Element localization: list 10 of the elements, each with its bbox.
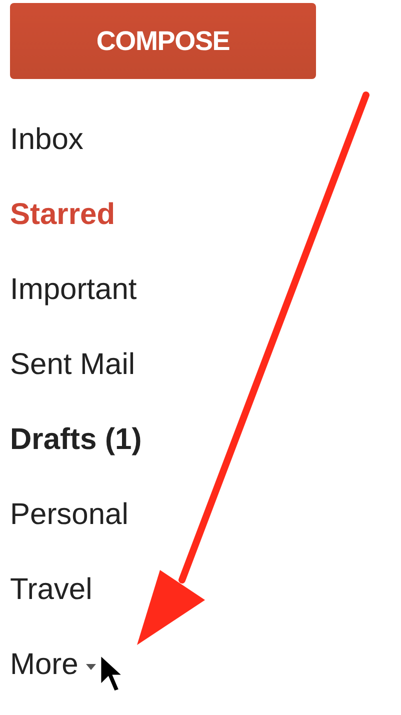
sidebar-item[interactable]: Important [10,274,137,304]
sidebar-item[interactable]: Personal [10,500,128,530]
more-link[interactable]: More [10,650,78,680]
sidebar-item[interactable]: Inbox [10,124,84,154]
caret-icon [86,664,96,670]
sidebar-item[interactable]: Sent Mail [10,350,136,380]
sidebar-item[interactable]: Travel [10,574,92,604]
sidebar-item[interactable]: Starred [10,200,116,230]
compose-button[interactable]: COMPOSE [10,3,316,79]
sidebar-item[interactable]: Drafts (1) [10,424,142,454]
